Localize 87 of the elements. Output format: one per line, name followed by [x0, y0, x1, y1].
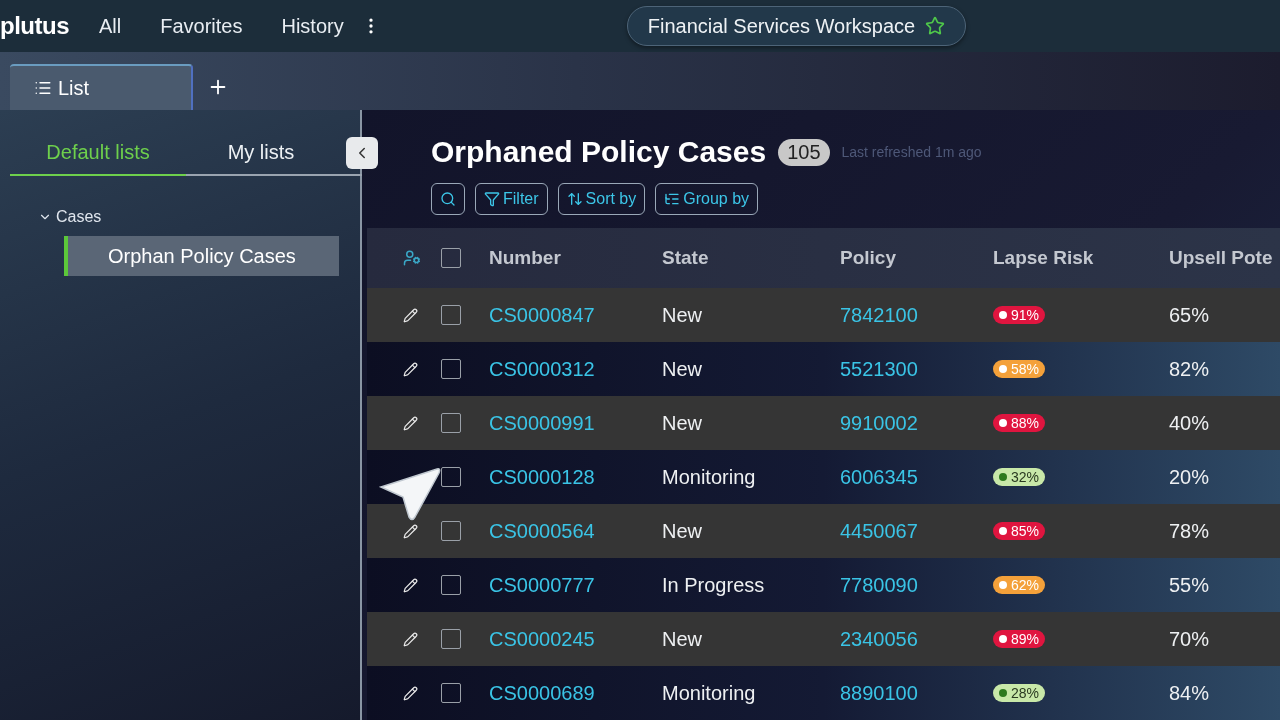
nav-link[interactable]: History: [281, 14, 344, 38]
column-header[interactable]: Lapse Risk: [993, 247, 1169, 269]
row-checkbox[interactable]: [441, 359, 461, 379]
filter-button[interactable]: Filter: [475, 183, 548, 215]
state-cell-text: Monitoring: [662, 465, 757, 489]
group-icon: [664, 191, 681, 207]
nav-link[interactable]: Favorites: [160, 14, 243, 38]
case-number-link[interactable]: CS0000564: [489, 519, 662, 543]
state-cell-text: New: [662, 627, 703, 651]
personalize-icon[interactable]: [403, 249, 421, 267]
sidebar-tab[interactable]: My lists: [186, 141, 336, 176]
edit-icon[interactable]: [403, 685, 418, 701]
sidebar-tab[interactable]: Default lists: [10, 141, 186, 176]
case-number-link[interactable]: CS0000991: [489, 411, 662, 435]
upsell-cell-text: 84%: [1169, 681, 1211, 705]
state-cell-text: In Progress: [662, 573, 766, 597]
state-cell-text: New: [662, 411, 703, 435]
edit-icon[interactable]: [403, 631, 418, 647]
edit-icon[interactable]: [403, 307, 418, 323]
risk-badge: 58%: [993, 360, 1046, 378]
case-number-link[interactable]: CS0000689: [489, 681, 662, 705]
case-number-link[interactable]: CS0000847: [489, 303, 662, 327]
risk-badge: 85%: [993, 522, 1046, 540]
risk-badge: 88%: [993, 414, 1046, 432]
tree-item[interactable]: Orphan Policy Cases: [64, 236, 339, 276]
search-icon: [440, 191, 456, 207]
column-header[interactable]: Policy: [840, 247, 993, 269]
workspace-pill[interactable]: Financial Services Workspace: [626, 6, 967, 46]
state-cell-text: Monitoring: [662, 681, 757, 705]
case-number-link[interactable]: CS0000245: [489, 627, 662, 651]
state-cell-text: New: [662, 519, 703, 543]
app-logo[interactable]: plutus: [0, 12, 69, 40]
row-checkbox[interactable]: [441, 305, 461, 325]
risk-badge: 91%: [993, 306, 1046, 324]
policy-link[interactable]: 5521300: [840, 357, 993, 381]
policy-link[interactable]: 8890100: [840, 681, 993, 705]
sort-button[interactable]: Sort by: [557, 183, 646, 215]
upsell-cell-text: 40%: [1169, 411, 1211, 435]
search-button[interactable]: [431, 183, 465, 215]
upsell-cell-text: 78%: [1169, 519, 1211, 543]
row-checkbox[interactable]: [441, 629, 461, 649]
row-checkbox[interactable]: [441, 467, 461, 487]
group-button[interactable]: Group by: [655, 183, 759, 215]
row-checkbox[interactable]: [441, 521, 461, 541]
state-cell-text: New: [662, 303, 703, 327]
row-checkbox[interactable]: [441, 248, 461, 268]
policy-link[interactable]: 6006345: [840, 465, 993, 489]
favorite-star-icon[interactable]: [925, 16, 946, 36]
risk-badge: 28%: [993, 684, 1046, 702]
upsell-cell-text: 70%: [1169, 627, 1211, 651]
case-number-link[interactable]: CS0000128: [489, 465, 662, 489]
nav-link[interactable]: All: [99, 14, 122, 38]
sort-icon: [566, 191, 583, 207]
workspace-tab[interactable]: List: [10, 64, 193, 110]
upsell-cell-text: 82%: [1169, 357, 1211, 381]
pointer-cursor-icon: [379, 465, 441, 523]
filter-icon: [484, 191, 500, 207]
column-header[interactable]: Number: [489, 247, 662, 269]
collapse-button[interactable]: [346, 137, 378, 169]
policy-link[interactable]: 4450067: [840, 519, 993, 543]
record-count: 105: [778, 138, 830, 166]
case-number-link[interactable]: CS0000777: [489, 573, 662, 597]
edit-icon[interactable]: [403, 415, 418, 431]
edit-icon[interactable]: [403, 523, 418, 539]
column-header[interactable]: State: [662, 247, 840, 269]
case-number-link[interactable]: CS0000312: [489, 357, 662, 381]
upsell-cell-text: 65%: [1169, 303, 1211, 327]
row-checkbox[interactable]: [441, 575, 461, 595]
policy-link[interactable]: 7780090: [840, 573, 993, 597]
list-icon: [34, 79, 52, 97]
upsell-cell-text: 55%: [1169, 573, 1211, 597]
policy-link[interactable]: 7842100: [840, 303, 993, 327]
risk-badge: 32%: [993, 468, 1046, 486]
refresh-time: Last refreshed 1m ago: [841, 144, 982, 160]
upsell-cell-text: 20%: [1169, 465, 1211, 489]
edit-icon[interactable]: [403, 361, 418, 377]
row-checkbox[interactable]: [441, 683, 461, 703]
edit-icon[interactable]: [403, 577, 418, 593]
row-checkbox[interactable]: [441, 413, 461, 433]
state-cell-text: New: [662, 357, 703, 381]
list-title: Orphaned Policy Cases: [431, 135, 767, 169]
risk-badge: 89%: [993, 630, 1046, 648]
policy-link[interactable]: 9910002: [840, 411, 993, 435]
policy-link[interactable]: 2340056: [840, 627, 993, 651]
column-header[interactable]: Upsell Pote: [1169, 247, 1280, 269]
risk-badge: 62%: [993, 576, 1046, 594]
tree-group[interactable]: Cases: [38, 208, 360, 226]
